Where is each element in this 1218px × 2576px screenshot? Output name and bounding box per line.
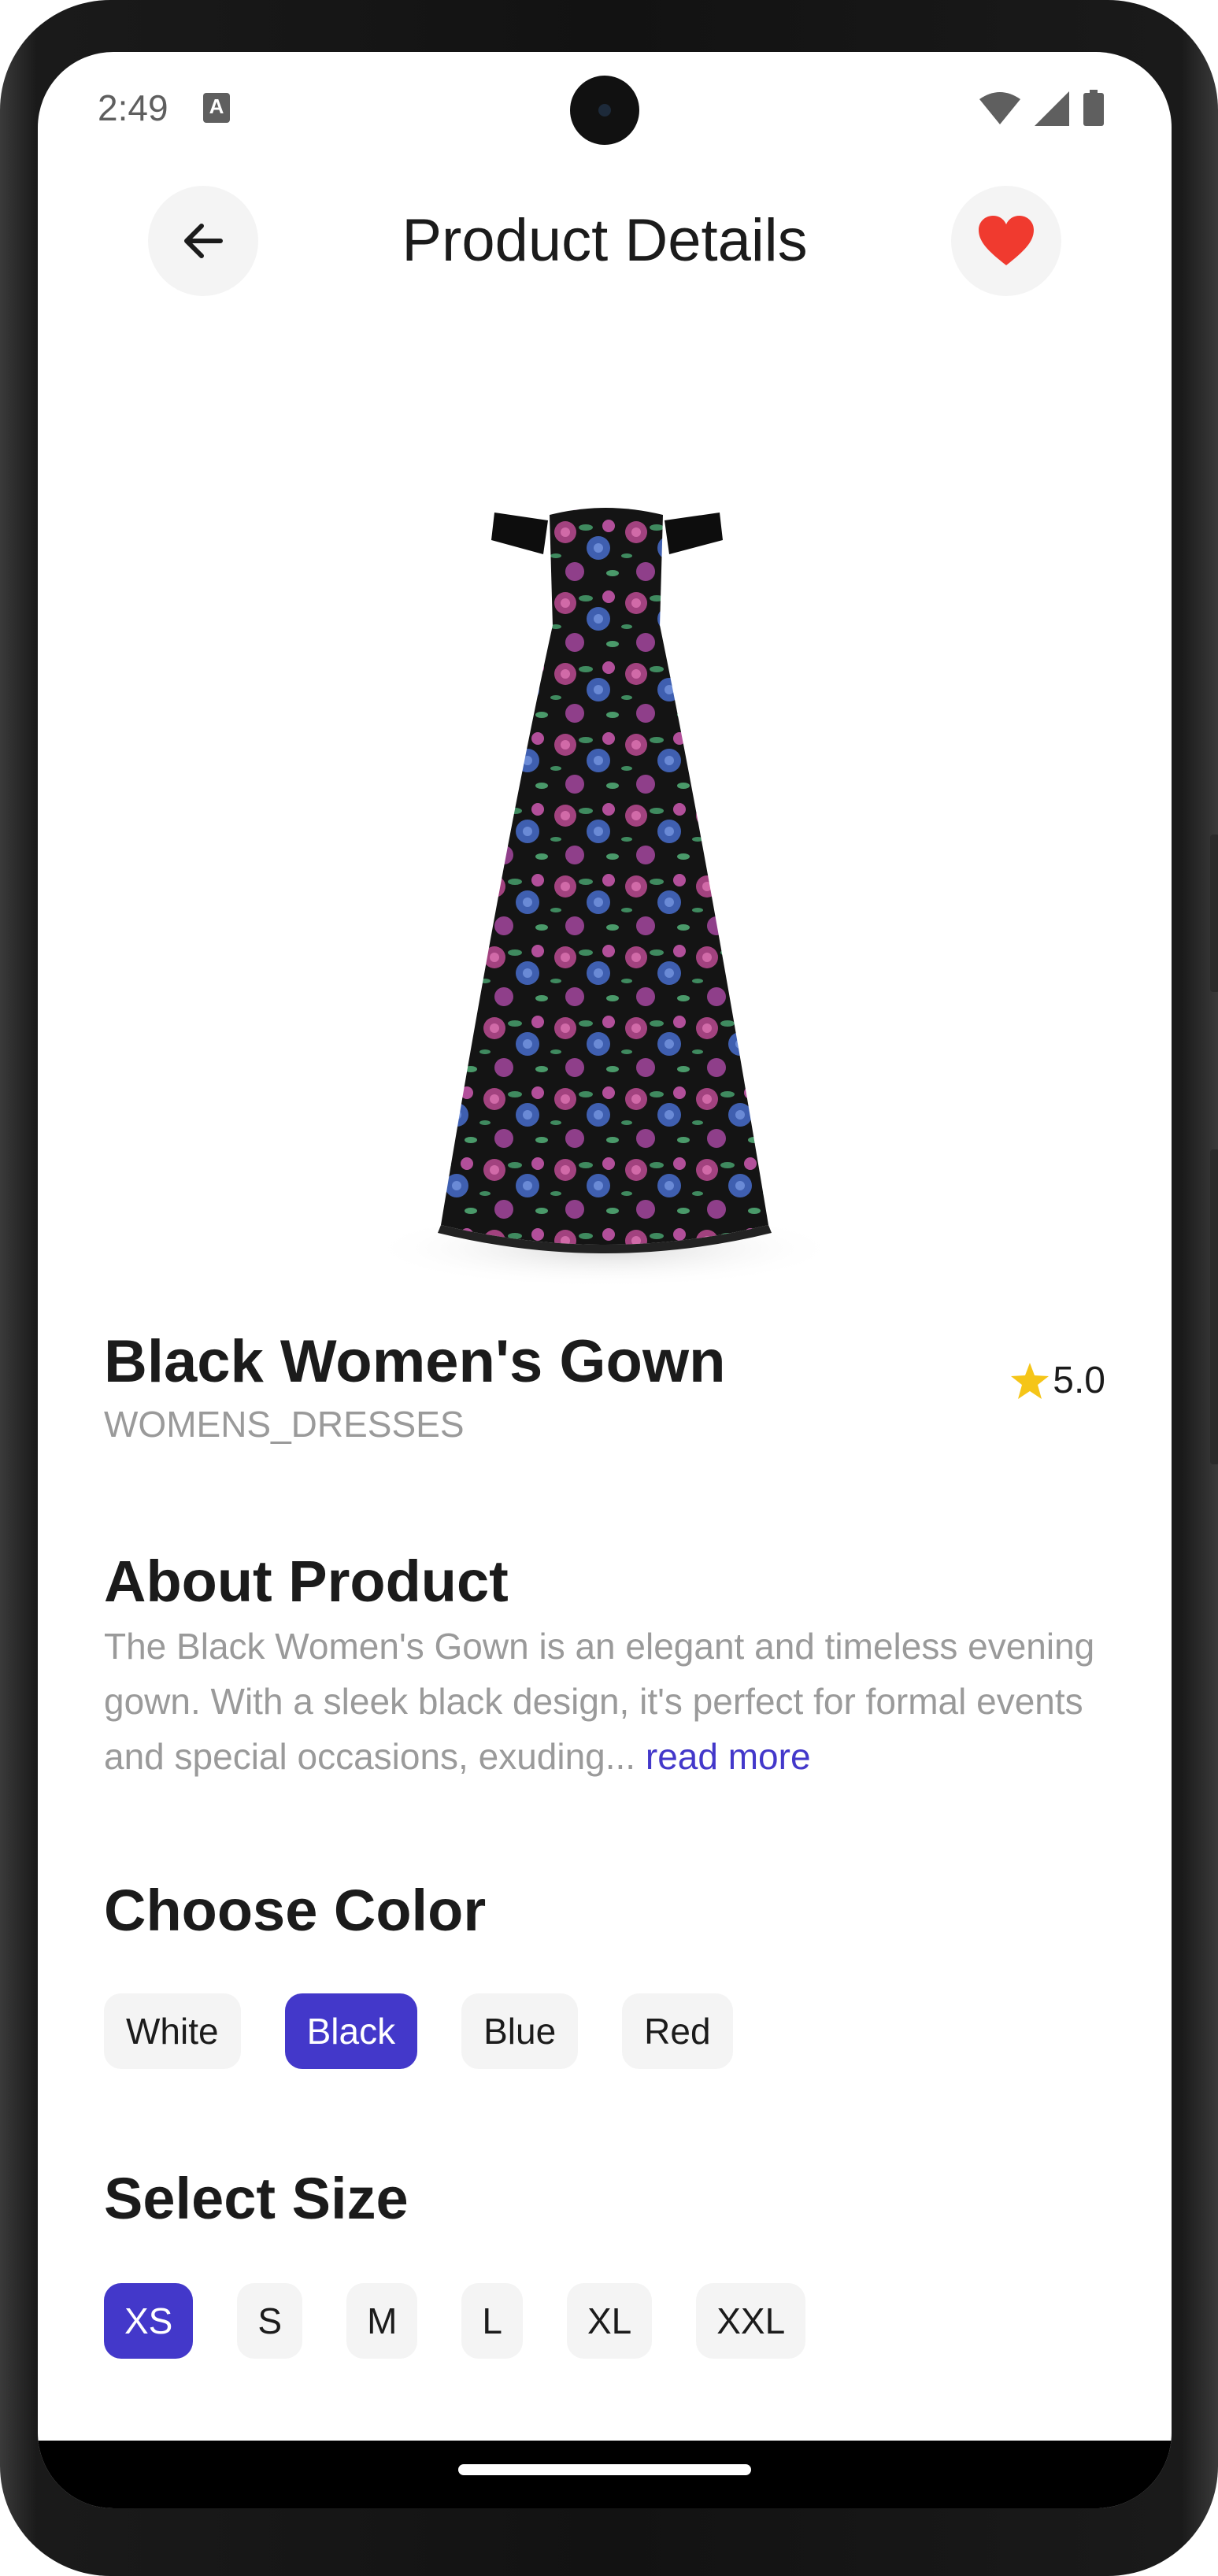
back-button[interactable] [148,186,258,296]
heart-icon [979,216,1034,265]
status-bar: 2:49 A [38,52,1172,170]
about-title: About Product [104,1549,509,1614]
battery-icon [1083,90,1104,126]
color-option-blue[interactable]: Blue [461,1993,579,2069]
home-indicator[interactable] [458,2464,751,2475]
color-options: White Black Blue Red [104,1993,733,2069]
status-icons [979,90,1104,126]
star-icon [1011,1362,1050,1399]
size-title: Select Size [104,2166,409,2231]
screen: 2:49 A Product Details Black Women's Gow… [38,52,1172,2508]
favorite-button[interactable] [951,186,1061,296]
size-options: XS S M L XL XXL [104,2283,806,2359]
size-option-xs[interactable]: XS [104,2283,194,2359]
product-image [368,508,841,1288]
product-rating: 5.0 [1010,1359,1105,1402]
system-nav-bar [38,2441,1172,2508]
wifi-icon [979,92,1020,124]
size-option-l[interactable]: L [461,2283,523,2359]
notification-a-icon: A [203,93,230,123]
front-camera [570,76,639,145]
color-option-black[interactable]: Black [284,1993,418,2069]
power-button [1210,835,1218,992]
color-title: Choose Color [104,1878,487,1943]
app-header: Product Details [38,186,1172,296]
read-more-link[interactable]: read more [646,1736,811,1777]
cell-signal-icon [1035,91,1069,126]
product-category: WOMENS_DRESSES [104,1404,465,1445]
about-text: The Black Women's Gown is an elegant and… [104,1619,1112,1784]
size-option-m[interactable]: M [346,2283,418,2359]
status-time: 2:49 [98,87,168,128]
size-option-xxl[interactable]: XXL [696,2283,806,2359]
rating-value: 5.0 [1053,1360,1105,1401]
about-description: The Black Women's Gown is an elegant and… [104,1626,1095,1777]
color-option-red[interactable]: Red [622,1993,733,2069]
device-frame: 2:49 A Product Details Black Women's Gow… [0,0,1218,2576]
arrow-left-icon [184,224,223,258]
color-option-white[interactable]: White [104,1993,241,2069]
volume-button [1210,1149,1218,1464]
size-option-s[interactable]: S [237,2283,303,2359]
product-name: Black Women's Gown [104,1328,726,1395]
size-option-xl[interactable]: XL [566,2283,653,2359]
